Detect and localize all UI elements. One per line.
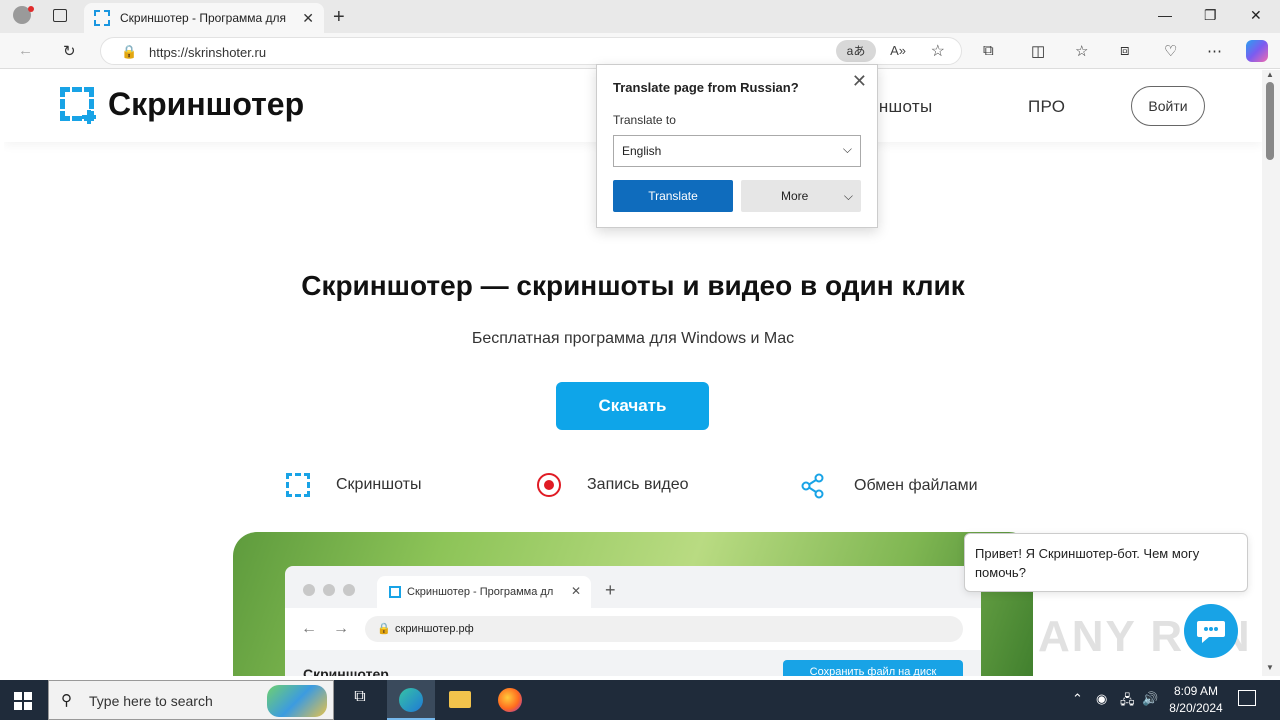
taskbar-search[interactable]: ⚲ Type here to search <box>48 680 334 720</box>
tab-strip: Скриншотер - Программа для ✕ + — ❐ ✕ <box>0 0 1280 33</box>
search-icon: ⚲ <box>61 692 72 709</box>
back-icon[interactable]: ← <box>18 42 33 59</box>
close-icon[interactable]: ✕ <box>852 71 867 92</box>
minimize-icon[interactable]: — <box>1158 7 1172 23</box>
clock-time: 8:09 AM <box>1173 684 1219 698</box>
lock-icon[interactable]: 🔒 <box>121 44 137 60</box>
feature-video[interactable]: Запись видео <box>537 473 689 497</box>
translate-to-label: Translate to <box>613 113 676 127</box>
system-clock[interactable]: 8:09 AM 8/20/2024 <box>1162 683 1230 717</box>
mock-back-icon: ← <box>301 620 317 637</box>
restore-icon[interactable]: ❐ <box>1204 7 1217 24</box>
page-scrollbar[interactable]: ▲ ▼ <box>1262 70 1280 676</box>
favorite-star-icon[interactable]: ☆ <box>931 41 945 61</box>
address-bar[interactable]: 🔒 https://skrinshoter.ru aあ A» ☆ <box>100 37 962 65</box>
download-button[interactable]: Скачать <box>556 382 709 430</box>
tab-title: Скриншотер - Программа для <box>120 11 287 25</box>
network-icon[interactable]: 🖧 <box>1120 691 1135 713</box>
translate-popup: Translate page from Russian? ✕ Translate… <box>596 64 878 228</box>
chat-greeting[interactable]: Привет! Я Скриншотер-бот. Чем могу помоч… <box>964 533 1248 592</box>
active-tab[interactable]: Скриншотер - Программа для ✕ <box>84 3 324 33</box>
meet-now-icon[interactable]: ◉ <box>1096 691 1107 707</box>
close-tab-icon[interactable]: ✕ <box>302 10 314 27</box>
scroll-up-icon[interactable]: ▲ <box>1266 70 1274 79</box>
logo-text[interactable]: Скриншотер <box>108 86 304 123</box>
selected-language: English <box>622 144 662 158</box>
app-preview-image: Скриншотер - Программа дл ✕ + ← → 🔒 скри… <box>233 532 1033 676</box>
more-label: More <box>781 189 809 203</box>
site-favicon-icon <box>94 10 110 26</box>
more-options-icon[interactable]: ⋯ <box>1207 42 1222 60</box>
new-tab-icon[interactable]: + <box>333 6 345 29</box>
task-view-icon[interactable]: ⧉ <box>348 688 372 712</box>
login-button[interactable]: Войти <box>1131 86 1205 126</box>
chat-icon <box>1197 621 1225 643</box>
mock-forward-icon: → <box>333 620 349 637</box>
copilot-icon[interactable] <box>1246 40 1268 62</box>
feature-screenshots[interactable]: Скриншоты <box>286 473 421 497</box>
mock-logo-text: Скриншотер <box>303 666 389 676</box>
chevron-down-icon: ⌵ <box>842 142 852 156</box>
mock-new-tab-icon: + <box>605 580 616 600</box>
notifications-icon[interactable] <box>1238 690 1256 706</box>
mock-url-text: скриншотер.рф <box>395 623 474 635</box>
mock-tab-title: Скриншотер - Программа дл <box>407 586 554 598</box>
record-icon <box>537 473 561 497</box>
hero-subtitle: Бесплатная программа для Windows и Mac <box>471 330 795 347</box>
firefox-icon[interactable] <box>498 688 522 712</box>
feature-label: Обмен файлами <box>854 477 978 494</box>
read-aloud-icon[interactable]: A» <box>890 43 906 58</box>
more-button[interactable]: More ⌵ <box>741 180 861 212</box>
chevron-down-icon: ⌵ <box>843 189 853 203</box>
tray-chevron-icon[interactable]: ⌃ <box>1072 691 1083 707</box>
mock-address-row: ← → 🔒 скриншотер.рф <box>285 608 981 650</box>
translate-title: Translate page from Russian? <box>613 80 799 95</box>
edge-icon <box>399 688 423 712</box>
feature-label: Запись видео <box>587 476 689 493</box>
translate-icon[interactable]: aあ <box>836 40 876 62</box>
url-text[interactable]: https://skrinshoter.ru <box>149 45 266 60</box>
search-highlight-image <box>267 685 327 717</box>
screenshot-icon <box>286 473 310 497</box>
favorites-icon[interactable]: ☆ <box>1075 42 1088 60</box>
translate-button[interactable]: Translate <box>613 180 733 212</box>
mock-window-dots <box>303 584 355 596</box>
mock-save-button: Сохранить файл на диск <box>783 660 963 676</box>
collections-icon[interactable]: ⧈ <box>1120 42 1130 59</box>
taskbar-edge[interactable] <box>387 680 435 720</box>
file-explorer-icon[interactable] <box>449 691 471 708</box>
share-icon <box>801 473 824 499</box>
tab-actions-icon[interactable] <box>53 9 67 22</box>
profile-badge-icon <box>28 6 34 12</box>
mock-tab: Скриншотер - Программа дл ✕ <box>377 576 591 608</box>
window-close-icon[interactable]: ✕ <box>1250 7 1262 24</box>
chat-button[interactable] <box>1184 604 1238 658</box>
start-windows-icon[interactable] <box>14 692 32 710</box>
mock-browser: Скриншотер - Программа дл ✕ + ← → 🔒 скри… <box>285 566 981 676</box>
mock-url-bar: 🔒 скриншотер.рф <box>365 616 963 642</box>
mock-lock-icon: 🔒 <box>377 623 391 635</box>
scroll-down-icon[interactable]: ▼ <box>1266 663 1274 672</box>
feature-share[interactable]: Обмен файлами <box>800 473 978 499</box>
mock-close-icon: ✕ <box>570 584 581 598</box>
search-placeholder: Type here to search <box>89 693 213 709</box>
language-select[interactable]: English ⌵ <box>613 135 861 167</box>
refresh-icon[interactable]: ↻ <box>63 42 76 60</box>
extensions-icon[interactable]: ⧉ <box>983 42 994 59</box>
scroll-thumb[interactable] <box>1266 82 1274 160</box>
clock-date: 8/20/2024 <box>1169 701 1223 715</box>
browser-essentials-icon[interactable]: ♡ <box>1164 42 1177 60</box>
hero-title: Скриншотер — скриншоты и видео в один кл… <box>301 270 965 301</box>
feature-label: Скриншоты <box>336 476 422 493</box>
taskbar: ⚲ Type here to search ⧉ ⌃ ◉ 🖧 🔊 8:09 AM … <box>0 680 1280 720</box>
split-screen-icon[interactable]: ◫ <box>1031 42 1045 60</box>
mock-favicon-icon <box>389 586 401 598</box>
volume-icon[interactable]: 🔊 <box>1142 691 1158 707</box>
logo-plus-icon <box>82 110 96 124</box>
nav-pro[interactable]: ПРО <box>1028 97 1065 117</box>
